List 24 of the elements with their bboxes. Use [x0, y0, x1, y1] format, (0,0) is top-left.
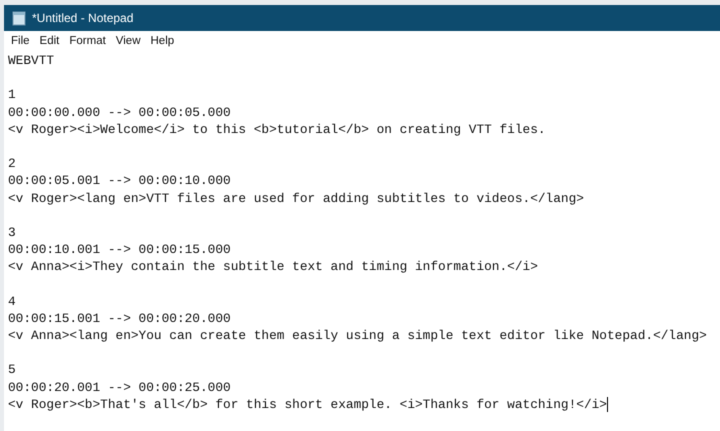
text-line: <v Roger><lang en>VTT files are used for adding subtitles to videos.</lang>	[8, 190, 584, 206]
text-line: <v Anna><lang en>You can create them easily using a simple text editor like Notepad.</lang>	[8, 328, 707, 343]
text-line: <v Anna><i>They contain the subtitle text and timing information.</i>	[8, 259, 538, 274]
text-line: 00:00:10.001 --> 00:00:15.000	[8, 241, 232, 258]
text-line: 00:00:20.001 --> 00:00:25.000	[8, 378, 232, 396]
window-title: *Untitled - Notepad	[32, 11, 134, 25]
text-line: WEBVTT	[8, 52, 56, 70]
text-line: 4	[8, 292, 17, 310]
menu-item[interactable]: File	[6, 33, 35, 49]
text-line: 00:00:15.001 --> 00:00:20.000	[8, 310, 232, 327]
text-line: 3	[8, 224, 17, 242]
text-line: 00:00:05.001 --> 00:00:10.000	[8, 172, 232, 190]
text-line: 2	[8, 155, 17, 172]
menu-item[interactable]: Format	[64, 33, 111, 49]
text-line: <v Roger><i>Welcome</i> to this <b>tutorial</b> on creating VTT files.	[8, 122, 546, 137]
text-cursor	[607, 396, 608, 412]
text-line: 00:00:00.000 --> 00:00:05.000	[8, 104, 232, 121]
menu-item[interactable]: Edit	[34, 33, 64, 49]
text-line: <v Roger><b>That's all</b> for this short example. <i>Thanks for watching!</i>	[8, 396, 607, 412]
text-line: 5	[8, 361, 17, 379]
menu-item[interactable]: Help	[146, 33, 180, 49]
menu-item[interactable]: View	[110, 33, 146, 49]
notepad-icon	[12, 10, 26, 26]
text-line: 1	[8, 86, 17, 104]
